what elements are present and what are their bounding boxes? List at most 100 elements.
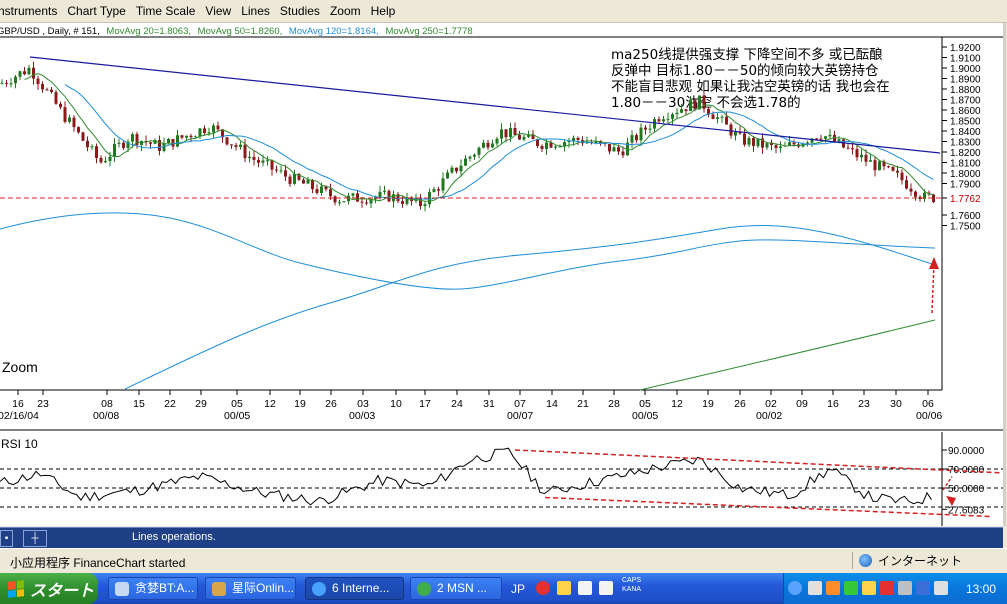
price-tick-label: 1.9000 — [950, 64, 981, 75]
date-tick-label: 19 — [294, 398, 306, 410]
taskbar-item-2[interactable]: 星际Onlin... — [205, 577, 296, 600]
taskbar-item-1[interactable]: 贪婪BT:A... — [108, 577, 198, 600]
tray-icon-4[interactable] — [862, 581, 876, 595]
candle-body — [576, 137, 580, 141]
candle-body — [185, 135, 188, 138]
candle-body — [608, 144, 611, 152]
candle-body — [63, 107, 67, 122]
candle-body — [720, 116, 724, 118]
ime-tool-icon[interactable] — [578, 581, 592, 595]
ime-icon[interactable] — [536, 581, 550, 595]
candle-body — [50, 89, 53, 92]
tray-icon-2[interactable] — [826, 581, 840, 595]
rsi-tick-label: 90.0000 — [948, 446, 985, 457]
price-tick-label: 1.7900 — [950, 180, 981, 191]
taskbar-item-label: 星际Onlin... — [232, 581, 295, 595]
date-tick-label: 12 — [264, 398, 276, 410]
candle-body — [774, 145, 778, 149]
taskbar-item-4[interactable]: 2 MSN ... — [410, 577, 502, 600]
menu-instruments[interactable]: nstruments — [0, 0, 62, 22]
tray-icon-3[interactable] — [844, 581, 858, 595]
candle-body — [657, 119, 661, 122]
candle-body — [504, 129, 508, 138]
candle-body — [486, 142, 490, 148]
candle-body — [113, 143, 116, 157]
tray-icon-6[interactable] — [898, 581, 912, 595]
price-tick-label: 1.8700 — [950, 96, 981, 107]
date-tick-label: 15 — [133, 398, 145, 410]
candle-body — [878, 161, 881, 171]
ops-left-button[interactable]: ▪ — [0, 530, 13, 547]
candle-body — [279, 170, 283, 172]
tray-icon-7[interactable] — [916, 581, 930, 595]
candle-body — [819, 138, 823, 140]
candle-body — [896, 170, 899, 173]
date-tick-label: 24 — [451, 398, 463, 410]
candle-body — [68, 117, 71, 122]
candle-body — [900, 172, 904, 181]
candle-body — [689, 100, 692, 111]
price-tick-label: 1.7600 — [950, 211, 981, 222]
candle-body — [851, 148, 854, 150]
candle-body — [117, 142, 121, 144]
date-tick-label: 14 — [546, 398, 558, 410]
candle-body — [513, 128, 517, 135]
volume-icon[interactable] — [934, 581, 948, 595]
candle-body — [666, 118, 670, 120]
menu-lines[interactable]: Lines — [236, 0, 275, 22]
price-tick-label: 1.8900 — [950, 75, 981, 86]
candle-body — [77, 127, 80, 133]
menu-help[interactable]: Help — [366, 0, 401, 22]
candle-body — [302, 179, 305, 184]
candle-body — [446, 172, 449, 179]
taskbar-item-3[interactable]: 6 Interne... — [305, 577, 404, 600]
ops-line-tool-button[interactable]: ┼ — [23, 530, 47, 547]
annotation-line-2: 反弹中 目标1.80－－50的倾向较大英镑持仓 — [611, 62, 879, 79]
menu-view[interactable]: View — [200, 0, 236, 22]
candle-body — [234, 145, 238, 147]
candle-body — [869, 160, 872, 162]
menu-time-scale[interactable]: Time Scale — [131, 0, 201, 22]
candle-body — [491, 143, 494, 148]
annotation-line-3: 不能盲目悲观 如果让我沽空英镑的话 我也会在 — [611, 78, 890, 95]
candle-body — [554, 146, 557, 148]
candle-body — [248, 156, 251, 159]
candle-body — [518, 134, 521, 140]
svg-text:GBP/USD , Daily, # 151,: GBP/USD , Daily, # 151, MovAvg 20=1.8063… — [0, 26, 473, 37]
menu-chart-type[interactable]: Chart Type — [62, 0, 130, 22]
candle-body — [360, 201, 364, 203]
tray-icon-1[interactable] — [808, 581, 822, 595]
candle-body — [909, 188, 913, 192]
price-chart[interactable]: GBP/USD , Daily, # 151, MovAvg 20=1.8063… — [0, 23, 1003, 431]
month-tick-label: 00/08 — [93, 410, 119, 422]
chart-window[interactable]: GBP/USD , Daily, # 151, MovAvg 20=1.8063… — [0, 23, 1006, 526]
candle-body — [198, 128, 202, 137]
candle-body — [176, 135, 179, 147]
rsi-chart[interactable]: RSI 10 90.000070.000050.000027.6083 — [0, 432, 1003, 526]
tray-expand-icon[interactable] — [788, 581, 802, 595]
header-symbol: GBP/USD , Daily, # 151, — [0, 26, 100, 37]
candle-body — [18, 71, 22, 77]
language-indicator[interactable]: JP — [511, 582, 525, 596]
date-tick-label: 21 — [577, 398, 589, 410]
header-ma50: MovAvg 50=1.8260, — [198, 26, 283, 37]
candle-body — [432, 189, 436, 192]
candle-body — [684, 109, 688, 111]
candle-body — [693, 100, 697, 110]
candle-body — [275, 169, 278, 171]
candle-body — [230, 144, 233, 146]
menu-zoom[interactable]: Zoom — [325, 0, 366, 22]
date-tick-label: 16 — [827, 398, 839, 410]
candle-body — [365, 202, 368, 204]
taskbar-item-label: 2 MSN ... — [437, 581, 488, 595]
windows-logo-icon — [8, 579, 24, 598]
candle-body — [747, 138, 751, 145]
start-button[interactable]: スタート — [0, 573, 98, 604]
candle-body — [482, 142, 485, 148]
tray-icon-5[interactable] — [880, 581, 894, 595]
menu-studies[interactable]: Studies — [275, 0, 325, 22]
ime-help-icon[interactable] — [599, 581, 613, 595]
month-tick-label: 00/03 — [349, 410, 375, 422]
candle-body — [149, 142, 152, 144]
ime-pen-icon[interactable] — [557, 581, 571, 595]
